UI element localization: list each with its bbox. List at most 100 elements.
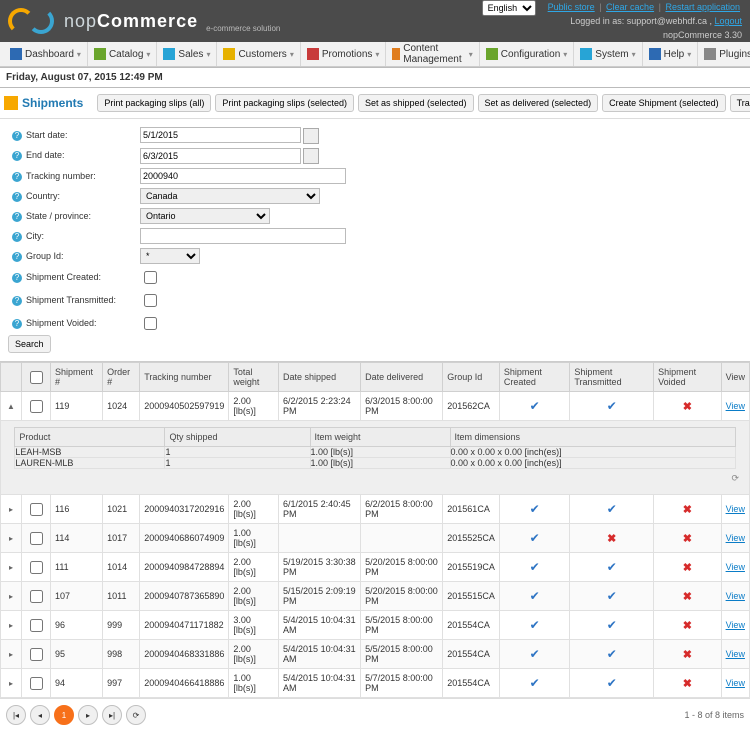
view-link[interactable]: View	[726, 533, 745, 543]
total-weight: 2.00 [lb(s)]	[229, 553, 279, 582]
print-packaging-slips-all--button[interactable]: Print packaging slips (all)	[97, 94, 211, 112]
expand-toggle[interactable]: ▸	[1, 495, 22, 524]
subcol-header: Item weight	[310, 428, 450, 447]
menu-configuration[interactable]: Configuration▾	[480, 42, 575, 66]
total-weight: 3.00 [lb(s)]	[229, 611, 279, 640]
date-delivered: 5/20/2015 8:00:00 PM	[361, 582, 443, 611]
voided-checkbox[interactable]	[144, 317, 157, 330]
logout-link[interactable]: Logout	[714, 16, 742, 26]
row-checkbox[interactable]	[30, 590, 43, 603]
expand-toggle[interactable]: ▸	[1, 640, 22, 669]
table-row: ▸9699920009404711718823.00 [lb(s)]5/4/20…	[1, 611, 750, 640]
shipment-voided: ✖	[654, 495, 722, 524]
view-link[interactable]: View	[726, 504, 745, 514]
expand-toggle[interactable]: ▸	[1, 611, 22, 640]
end-date-input[interactable]	[140, 148, 301, 164]
col-header: Group Id	[443, 363, 500, 392]
version-label: nopCommerce 3.30	[546, 28, 742, 42]
table-row: ▸116102120009403172029162.00 [lb(s)]6/1/…	[1, 495, 750, 524]
search-button[interactable]: Search	[8, 335, 51, 353]
menu-help[interactable]: Help▾	[643, 42, 699, 66]
shipment-transmitted: ✔	[570, 495, 654, 524]
menu-promotions[interactable]: Promotions▾	[301, 42, 387, 66]
view-cell: View	[721, 392, 749, 421]
create-shipment-selected--button[interactable]: Create Shipment (selected)	[602, 94, 726, 112]
restart-application-link[interactable]: Restart application	[665, 2, 740, 12]
tracking-input[interactable]	[140, 168, 346, 184]
table-row: ▸114101720009406860749091.00 [lb(s)]2015…	[1, 524, 750, 553]
created-checkbox[interactable]	[144, 271, 157, 284]
row-select	[22, 611, 51, 640]
menu-customers[interactable]: Customers▾	[217, 42, 300, 66]
shipment-id: 119	[51, 392, 103, 421]
pager-next[interactable]: ▸	[78, 705, 98, 725]
view-link[interactable]: View	[726, 401, 745, 411]
clear-cache-link[interactable]: Clear cache	[606, 2, 654, 12]
help-icon: ?	[12, 212, 22, 222]
calendar-icon[interactable]	[303, 128, 319, 144]
row-checkbox[interactable]	[30, 648, 43, 661]
date-delivered	[361, 524, 443, 553]
logged-in-prefix: Logged in as:	[570, 16, 627, 26]
group-id: 2015515CA	[443, 582, 500, 611]
total-weight: 1.00 [lb(s)]	[229, 524, 279, 553]
country-label: Country:	[26, 191, 60, 201]
menu-sales[interactable]: Sales▾	[157, 42, 217, 66]
pager-prev[interactable]: ◂	[30, 705, 50, 725]
chevron-down-icon: ▾	[563, 50, 567, 59]
city-label: City:	[26, 231, 44, 241]
expand-toggle[interactable]: ▸	[1, 524, 22, 553]
voided-label: Shipment Voided:	[26, 318, 97, 328]
transmit-get-manifest-selected--button[interactable]: Transmit & Get Manifest (selected)	[730, 94, 750, 112]
expand-toggle[interactable]: ▲	[1, 392, 22, 421]
print-packaging-slips-selected--button[interactable]: Print packaging slips (selected)	[215, 94, 354, 112]
calendar-icon[interactable]	[303, 148, 319, 164]
shipment-created: ✔	[499, 582, 570, 611]
country-select[interactable]: Canada	[140, 188, 320, 204]
transmitted-checkbox[interactable]	[144, 294, 157, 307]
total-weight: 2.00 [lb(s)]	[229, 392, 279, 421]
view-link[interactable]: View	[726, 562, 745, 572]
pager-first[interactable]: |◂	[6, 705, 26, 725]
date-shipped: 5/15/2015 2:09:19 PM	[279, 582, 361, 611]
view-link[interactable]: View	[726, 591, 745, 601]
menu-icon	[94, 48, 106, 60]
start-date-input[interactable]	[140, 127, 301, 143]
city-input[interactable]	[140, 228, 346, 244]
menu-label: Sales	[178, 49, 203, 60]
view-link[interactable]: View	[726, 620, 745, 630]
menu-system[interactable]: System▾	[574, 42, 642, 66]
subgrid-refresh[interactable]: ⟳	[7, 469, 743, 488]
pager-refresh[interactable]: ⟳	[126, 705, 146, 725]
order-id: 997	[103, 669, 140, 698]
pager-last[interactable]: ▸|	[102, 705, 122, 725]
col-header: Order #	[103, 363, 140, 392]
row-checkbox[interactable]	[30, 400, 43, 413]
group-select[interactable]: *	[140, 248, 200, 264]
shipment-voided: ✖	[654, 392, 722, 421]
select-all-checkbox[interactable]	[30, 371, 43, 384]
view-link[interactable]: View	[726, 678, 745, 688]
row-checkbox[interactable]	[30, 677, 43, 690]
pager-current[interactable]: 1	[54, 705, 74, 725]
col-header: Shipment Created	[499, 363, 570, 392]
row-checkbox[interactable]	[30, 561, 43, 574]
row-checkbox[interactable]	[30, 503, 43, 516]
public-store-link[interactable]: Public store	[548, 2, 595, 12]
menu-content-management[interactable]: Content Management▾	[386, 42, 479, 66]
row-checkbox[interactable]	[30, 532, 43, 545]
state-select[interactable]: Ontario	[140, 208, 270, 224]
row-checkbox[interactable]	[30, 619, 43, 632]
top-bar: nopCommerce e-commerce solution English …	[0, 0, 750, 42]
view-link[interactable]: View	[726, 649, 745, 659]
shipments-icon	[4, 96, 18, 110]
expand-toggle[interactable]: ▸	[1, 553, 22, 582]
menu-dashboard[interactable]: Dashboard▾	[4, 42, 88, 66]
set-as-shipped-selected--button[interactable]: Set as shipped (selected)	[358, 94, 474, 112]
language-select[interactable]: English	[482, 0, 536, 16]
menu-catalog[interactable]: Catalog▾	[88, 42, 157, 66]
expand-toggle[interactable]: ▸	[1, 669, 22, 698]
set-as-delivered-selected--button[interactable]: Set as delivered (selected)	[478, 94, 599, 112]
menu-plugins[interactable]: Plugins▾	[698, 42, 750, 66]
expand-toggle[interactable]: ▸	[1, 582, 22, 611]
